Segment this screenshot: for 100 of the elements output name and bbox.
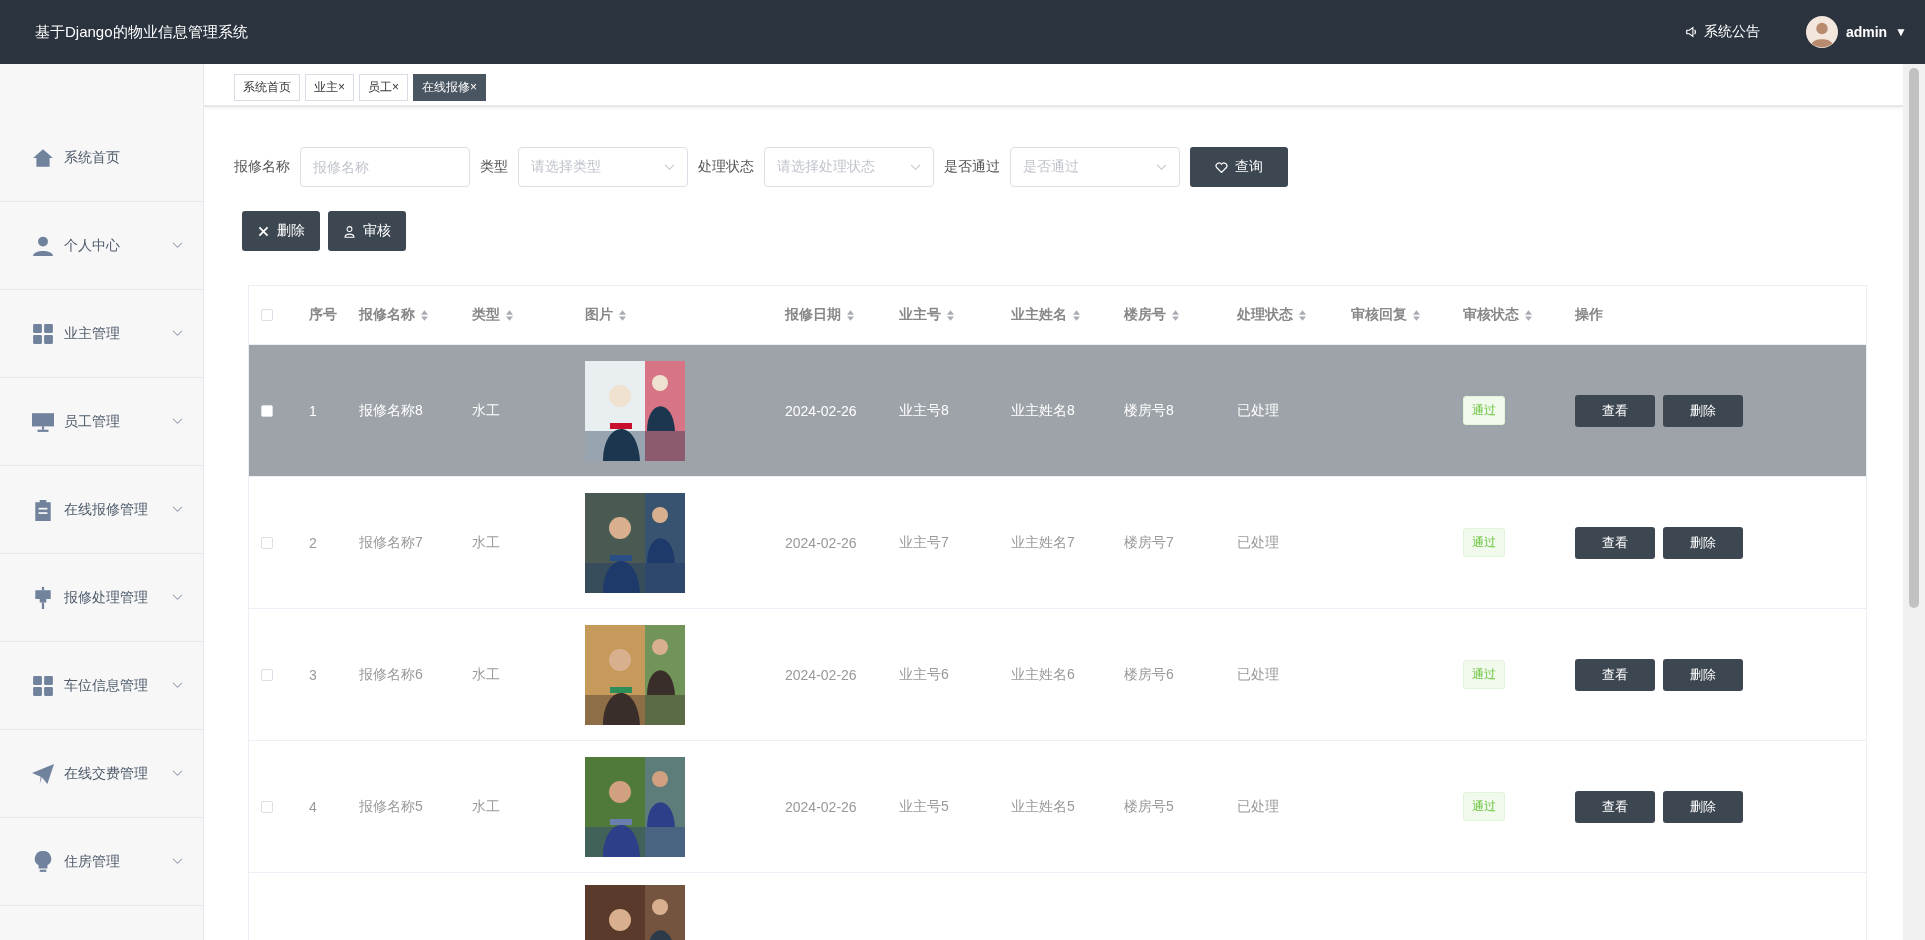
view-button[interactable]: 查看 — [1575, 658, 1655, 691]
app-title: 基于Django的物业信息管理系统 — [35, 22, 248, 42]
delete-button[interactable]: 删除 — [1663, 790, 1743, 823]
delete-button[interactable]: 删除 — [1663, 394, 1743, 427]
sort-icon[interactable] — [947, 309, 954, 321]
column-header[interactable]: 类型 — [472, 306, 500, 324]
column-header[interactable]: 处理状态 — [1237, 306, 1293, 324]
grid-icon — [32, 322, 54, 345]
table-row[interactable]: 2 报修名称7 水工 2024-02-26 业主号7 业主姓名7 楼房号7 已处理 通过 查看 删除 — [249, 477, 1866, 609]
chevron-down-icon — [172, 330, 183, 337]
chevron-down-icon — [172, 242, 183, 249]
speaker-icon[interactable] — [1684, 25, 1699, 39]
close-icon — [257, 224, 270, 238]
chevron-down-icon — [172, 858, 183, 865]
column-header[interactable]: 楼房号 — [1124, 306, 1166, 324]
avatar-icon[interactable] — [1805, 16, 1838, 48]
notice-link[interactable]: 系统公告 — [1684, 23, 1760, 41]
sort-icon[interactable] — [1172, 309, 1179, 321]
user-icon — [32, 234, 54, 257]
sidebar-item[interactable]: 住房管理 — [0, 818, 203, 906]
sidebar-item[interactable]: 在线报修管理 — [0, 466, 203, 554]
sidebar-item[interactable]: 报修处理管理 — [0, 554, 203, 642]
tab[interactable]: 系统首页 — [234, 74, 300, 101]
delete-button[interactable]: 删除 — [242, 211, 320, 251]
audit-button[interactable]: 审核 — [328, 211, 406, 251]
chevron-down-icon — [172, 418, 183, 425]
view-button[interactable]: 查看 — [1575, 394, 1655, 427]
sidebar-item[interactable]: 系统首页 — [0, 64, 203, 202]
table-cell: 报修名称6 — [359, 665, 423, 684]
table-cell: 已处理 — [1237, 401, 1279, 420]
table-row[interactable]: 3 报修名称6 水工 2024-02-26 业主号6 业主姓名6 楼房号6 已处理 通过 查看 删除 — [249, 609, 1866, 741]
checkbox[interactable] — [261, 536, 273, 549]
checkbox[interactable] — [261, 404, 273, 417]
grid-icon — [32, 674, 54, 697]
sidebar-item[interactable]: 业主管理 — [0, 290, 203, 378]
column-header[interactable]: 审核状态 — [1463, 306, 1519, 324]
table-cell: 已处理 — [1237, 665, 1279, 684]
view-button[interactable]: 查看 — [1575, 790, 1655, 823]
sidebar-item[interactable]: 车位信息管理 — [0, 642, 203, 730]
checkbox[interactable] — [261, 309, 273, 321]
column-header[interactable]: 报修名称 — [359, 306, 415, 324]
table-cell: 业主号7 — [899, 533, 949, 552]
tab[interactable]: 在线报修× — [413, 74, 487, 101]
sort-icon[interactable] — [1299, 309, 1306, 321]
heart-icon — [1215, 160, 1228, 174]
clipboard-icon — [32, 498, 54, 521]
chevron-down-icon — [1156, 163, 1167, 171]
checkbox[interactable] — [261, 800, 273, 813]
scrollbar[interactable] — [1903, 64, 1925, 940]
monitor-icon — [32, 410, 54, 433]
sort-icon[interactable] — [1525, 309, 1532, 321]
field-label: 是否通过 — [944, 158, 1000, 176]
caret-icon[interactable]: ▼ — [1895, 25, 1907, 39]
sort-icon[interactable] — [619, 309, 626, 321]
sidebar-item[interactable]: 个人中心 — [0, 202, 203, 290]
search-button[interactable]: 查询 — [1190, 147, 1288, 187]
tab[interactable]: 业主× — [305, 74, 354, 101]
sidebar-item[interactable]: 在线交费管理 — [0, 730, 203, 818]
delete-button[interactable]: 删除 — [1663, 658, 1743, 691]
table-row[interactable]: 4 报修名称5 水工 2024-02-26 业主号5 业主姓名5 楼房号5 已处理 通过 查看 删除 — [249, 741, 1866, 873]
column-header[interactable]: 序号 — [309, 306, 337, 324]
table-cell: 楼房号8 — [1124, 401, 1174, 420]
input-field[interactable]: 报修名称 — [300, 147, 470, 187]
table-cell: 4 — [309, 798, 317, 815]
sort-icon[interactable] — [847, 309, 854, 321]
table-cell: 2024-02-26 — [785, 666, 857, 683]
view-button[interactable]: 查看 — [1575, 526, 1655, 559]
sort-icon[interactable] — [506, 309, 513, 321]
column-header[interactable]: 报修日期 — [785, 306, 841, 324]
table-cell: 楼房号5 — [1124, 797, 1174, 816]
table-cell: 报修名称8 — [359, 401, 423, 420]
status-tag: 通过 — [1463, 792, 1505, 821]
column-header[interactable]: 操作 — [1575, 306, 1603, 324]
table-cell: 楼房号6 — [1124, 665, 1174, 684]
field-label: 处理状态 — [698, 158, 754, 176]
table-cell: 已处理 — [1237, 797, 1279, 816]
chevron-down-icon — [172, 594, 183, 601]
delete-button[interactable]: 删除 — [1663, 526, 1743, 559]
table-cell: 2024-02-26 — [785, 534, 857, 551]
column-header[interactable]: 审核回复 — [1351, 306, 1407, 324]
sort-icon[interactable] — [1073, 309, 1080, 321]
column-header[interactable]: 业主姓名 — [1011, 306, 1067, 324]
status-tag: 通过 — [1463, 660, 1505, 689]
table-cell: 2 — [309, 534, 317, 551]
table-cell: 业主姓名8 — [1011, 401, 1075, 420]
paper-plane-icon — [32, 762, 54, 785]
column-header[interactable]: 业主号 — [899, 306, 941, 324]
sort-icon[interactable] — [1413, 309, 1420, 321]
sort-icon[interactable] — [421, 309, 428, 321]
status-tag: 通过 — [1463, 396, 1505, 425]
table-row[interactable]: 1 报修名称8 水工 2024-02-26 业主号8 业主姓名8 楼房号8 已处理 通过 查看 删除 — [249, 345, 1866, 477]
sidebar-item[interactable]: 员工管理 — [0, 378, 203, 466]
column-header[interactable]: 图片 — [585, 306, 613, 324]
chevron-down-icon — [664, 163, 675, 171]
table-cell: 3 — [309, 666, 317, 683]
username[interactable]: admin — [1845, 24, 1888, 40]
table-cell: 楼房号7 — [1124, 533, 1174, 552]
checkbox[interactable] — [261, 668, 273, 681]
field-label: 类型 — [480, 158, 508, 176]
tab[interactable]: 员工× — [359, 74, 409, 101]
